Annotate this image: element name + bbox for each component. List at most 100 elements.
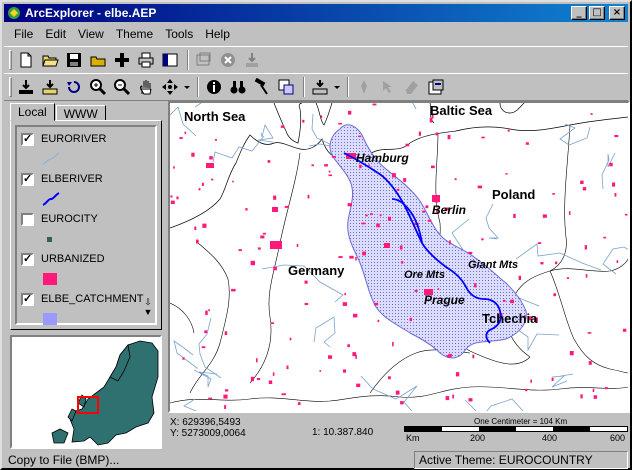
urban-area [231, 288, 236, 292]
urban-area [582, 187, 587, 191]
urban-area [468, 251, 473, 254]
full-extent-icon [162, 79, 178, 95]
full-extent-button[interactable] [159, 76, 181, 98]
label-prague: Prague [424, 293, 465, 307]
urban-area [342, 302, 348, 306]
scroll-down-icon[interactable]: ▼ [143, 307, 153, 317]
urban-area [405, 143, 410, 147]
open-project-button[interactable] [39, 49, 61, 71]
urban-area [338, 122, 343, 125]
title-bar[interactable]: ArcExplorer - elbe.AEP _ □ × [4, 4, 628, 22]
legend-scroll-arrows[interactable]: ⇩ ▼ [143, 297, 153, 321]
clear-selection-button[interactable] [401, 76, 423, 98]
urban-area [400, 401, 404, 405]
urban-area [344, 292, 346, 296]
menu-view[interactable]: View [72, 27, 110, 41]
urban-area [365, 214, 368, 217]
urban-area [324, 164, 328, 167]
urban-area [311, 164, 314, 167]
toolbar-separator-2 [197, 77, 199, 97]
tab-www[interactable]: WWW [55, 105, 106, 121]
layer-checkbox[interactable]: ✓ [21, 253, 34, 266]
layout-icon [162, 53, 178, 67]
toolbar-grip-2[interactable] [9, 77, 12, 97]
extent-dropdown-button[interactable] [183, 76, 191, 98]
urban-area [328, 170, 331, 173]
toolbar-separator-4 [347, 77, 349, 97]
layer-name: ELBE_CATCHMENT [41, 293, 144, 305]
pan-button[interactable] [135, 76, 157, 98]
close-button[interactable]: × [609, 6, 625, 20]
measure-button[interactable] [275, 76, 297, 98]
undo-button[interactable] [63, 76, 85, 98]
layer-checkbox[interactable]: ✓ [21, 133, 34, 146]
urban-area [481, 238, 484, 241]
save-project-button[interactable] [63, 49, 85, 71]
load-button[interactable] [15, 76, 37, 98]
export-button[interactable] [241, 49, 263, 71]
layer-checkbox[interactable] [21, 213, 34, 226]
open-folder-button[interactable] [87, 49, 109, 71]
open-folder-icon [42, 55, 59, 67]
scale-caption: One Centimeter = 104 Km [474, 417, 568, 426]
urban-area [211, 178, 214, 181]
query-builder-button[interactable] [251, 76, 273, 98]
urban-area [388, 376, 391, 380]
urban-area [319, 370, 322, 372]
urban-area [592, 388, 595, 392]
select-button[interactable] [309, 76, 331, 98]
label-germany: Germany [288, 263, 345, 278]
menu-help[interactable]: Help [199, 27, 236, 41]
layer-checkbox[interactable]: ✓ [21, 173, 34, 186]
layer-name: URBANIZED [41, 253, 105, 265]
folder-icon [90, 56, 106, 67]
delete-theme-button[interactable] [217, 49, 239, 71]
find-button[interactable] [227, 76, 249, 98]
menu-file[interactable]: File [8, 27, 39, 41]
new-project-button[interactable] [15, 49, 37, 71]
urban-area [223, 394, 228, 399]
menu-tools[interactable]: Tools [159, 27, 199, 41]
print-button[interactable] [135, 49, 157, 71]
scale-ticks: Km 200 400 600 [404, 433, 628, 445]
urban-area [358, 135, 362, 138]
select-features-icon [383, 81, 392, 93]
urban-area [257, 247, 261, 250]
urban-area [447, 355, 450, 358]
urban-area [542, 214, 547, 218]
urban-area [361, 222, 366, 225]
chevron-down-icon [334, 86, 340, 89]
menu-theme[interactable]: Theme [110, 27, 159, 41]
select-features-button[interactable] [377, 76, 399, 98]
urban-area [409, 317, 412, 322]
urban-area [250, 260, 255, 266]
urban-area [256, 378, 261, 381]
urban-area [320, 115, 323, 119]
urban-area [202, 223, 207, 228]
minimize-button[interactable]: _ [571, 6, 587, 20]
load-theme-button[interactable] [39, 76, 61, 98]
scroll-up-icon[interactable]: ⇩ [143, 297, 153, 307]
layer-checkbox[interactable]: ✓ [21, 293, 34, 306]
urban-area [374, 302, 379, 306]
maximize-button[interactable]: □ [589, 6, 605, 20]
zoom-in-button[interactable] [87, 76, 109, 98]
layout-button[interactable] [159, 49, 181, 71]
urban-area [614, 193, 617, 197]
toolbar-grip[interactable] [9, 50, 12, 70]
urban-area [328, 174, 333, 177]
tab-local[interactable]: Local [10, 103, 55, 121]
urban-area [552, 193, 555, 195]
map-view[interactable]: North Sea Baltic Sea Poland Germany Tche… [168, 101, 630, 413]
select-dropdown-button[interactable] [333, 76, 341, 98]
zoom-out-button[interactable] [111, 76, 133, 98]
urban-area [224, 405, 227, 409]
urban-area [372, 103, 377, 106]
copy-map-button[interactable] [193, 49, 215, 71]
identify-button[interactable] [203, 76, 225, 98]
theme-properties-button[interactable] [425, 76, 447, 98]
add-theme-button[interactable] [111, 49, 133, 71]
menu-edit[interactable]: Edit [39, 27, 72, 41]
overview-map[interactable] [10, 335, 162, 449]
hyperlink-button[interactable] [353, 76, 375, 98]
